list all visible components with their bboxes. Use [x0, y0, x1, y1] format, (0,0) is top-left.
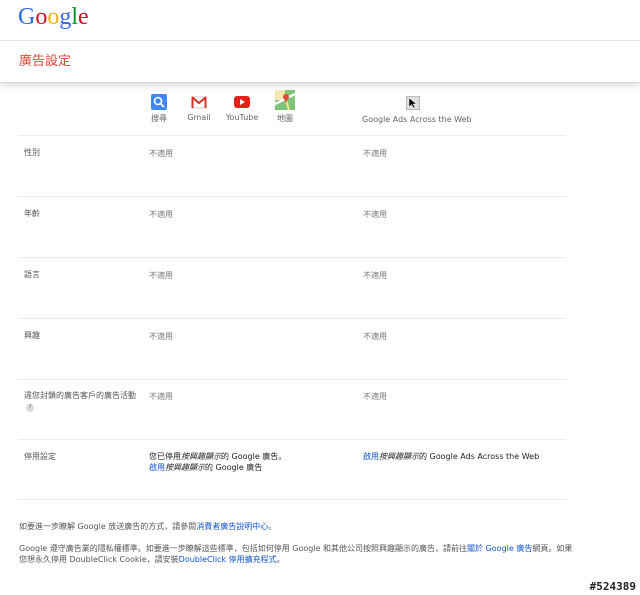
enable-web-link[interactable]: 啟用: [363, 452, 379, 461]
cell-google-interests: 不適用: [149, 332, 173, 341]
google-logo[interactable]: Google: [18, 4, 89, 31]
page-title: 廣告設定: [19, 54, 72, 69]
optout-google-status: 您已停用按興趣顯示的 Google 廣告。 啟用按興趣顯示的 Google 廣告: [149, 451, 286, 473]
cursor-icon: [405, 95, 421, 112]
help-center-link[interactable]: 消費者廣告說明中心: [196, 522, 268, 531]
row-divider: [18, 257, 566, 258]
row-divider: [18, 499, 566, 500]
cell-web-age: 不適用: [363, 210, 387, 219]
service-maps[interactable]: 地圖: [273, 89, 297, 124]
status-emphasis: 按興趣顯示: [379, 452, 419, 461]
footer-paragraph-2: Google 遵守廣告業的隱私權標準。如要進一步瞭解這些標準，包括如何停用 Go…: [19, 543, 579, 565]
service-label: 地圖: [277, 114, 293, 123]
watermark: #524389: [589, 580, 636, 593]
service-search[interactable]: 搜尋: [148, 94, 170, 124]
maps-icon: [274, 89, 296, 111]
web-column-label: Google Ads Across the Web: [362, 115, 472, 124]
footer-text: 如要進一步瞭解 Google 放送廣告的方式，請參閱: [19, 522, 197, 531]
row-label-interests: 興趣: [24, 331, 40, 340]
cell-google-blocked: 不適用: [149, 392, 173, 401]
logo-letter: o: [47, 4, 60, 30]
logo-letter: o: [35, 4, 48, 30]
row-divider: [18, 135, 566, 136]
status-text: 的 Google Ads Across the Web: [419, 452, 540, 461]
logo-letter: G: [18, 4, 36, 30]
cell-web-gender: 不適用: [363, 149, 387, 158]
status-text: 的 Google 廣告: [205, 463, 263, 472]
help-icon[interactable]: ?: [26, 403, 34, 412]
cell-web-blocked: 不適用: [363, 392, 387, 401]
footer-text: 。: [268, 522, 277, 531]
cell-google-gender: 不適用: [149, 149, 173, 158]
cell-web-language: 不適用: [363, 271, 387, 280]
row-label-blocked-text: 違您封鎖的廣告客戶的廣告活動: [24, 391, 136, 400]
service-label: YouTube: [225, 113, 259, 122]
status-text: 的 Google 廣告。: [221, 452, 287, 461]
doubleclick-optout-link[interactable]: DoubleClick 停用擴充程式: [179, 555, 277, 564]
row-divider: [18, 318, 566, 319]
logo-letter: e: [78, 4, 89, 30]
search-icon: [151, 94, 167, 110]
status-emphasis: 按興趣顯示: [165, 463, 205, 472]
footer-paragraph-1: 如要進一步瞭解 Google 放送廣告的方式，請參閱消費者廣告說明中心。: [19, 521, 579, 532]
service-gmail[interactable]: Gmail: [185, 94, 213, 122]
status-emphasis: 按興趣顯示: [181, 452, 221, 461]
row-label-optout: 停用設定: [24, 452, 56, 461]
service-label: Gmail: [187, 113, 211, 122]
cell-google-age: 不適用: [149, 210, 173, 219]
row-divider: [18, 439, 566, 440]
logo-letter: l: [71, 4, 79, 30]
optout-web-status: 啟用按興趣顯示的 Google Ads Across the Web: [363, 451, 539, 462]
footer-text: Google 遵守廣告業的隱私權標準。如要進一步瞭解這些標準，包括如何停用 Go…: [19, 544, 468, 553]
row-label-language: 語言: [24, 270, 40, 279]
footer-text: 。: [276, 555, 285, 564]
cell-google-language: 不適用: [149, 271, 173, 280]
row-label-blocked: 違您封鎖的廣告客戶的廣告活動?: [24, 390, 139, 414]
youtube-icon: [234, 94, 250, 110]
service-label: 搜尋: [151, 114, 167, 123]
row-divider: [18, 196, 566, 197]
enable-google-link[interactable]: 啟用: [149, 463, 165, 472]
row-label-age: 年齡: [24, 209, 40, 218]
service-youtube[interactable]: YouTube: [224, 94, 260, 122]
gmail-icon: [191, 94, 207, 110]
logo-letter: g: [59, 4, 72, 30]
row-label-gender: 性別: [24, 148, 40, 157]
cell-web-interests: 不適用: [363, 332, 387, 341]
page-header: 廣告設定: [0, 40, 640, 83]
status-text: 您已停用: [149, 452, 181, 461]
about-google-ads-link[interactable]: 關於 Google 廣告: [467, 544, 532, 553]
row-divider: [18, 379, 566, 380]
